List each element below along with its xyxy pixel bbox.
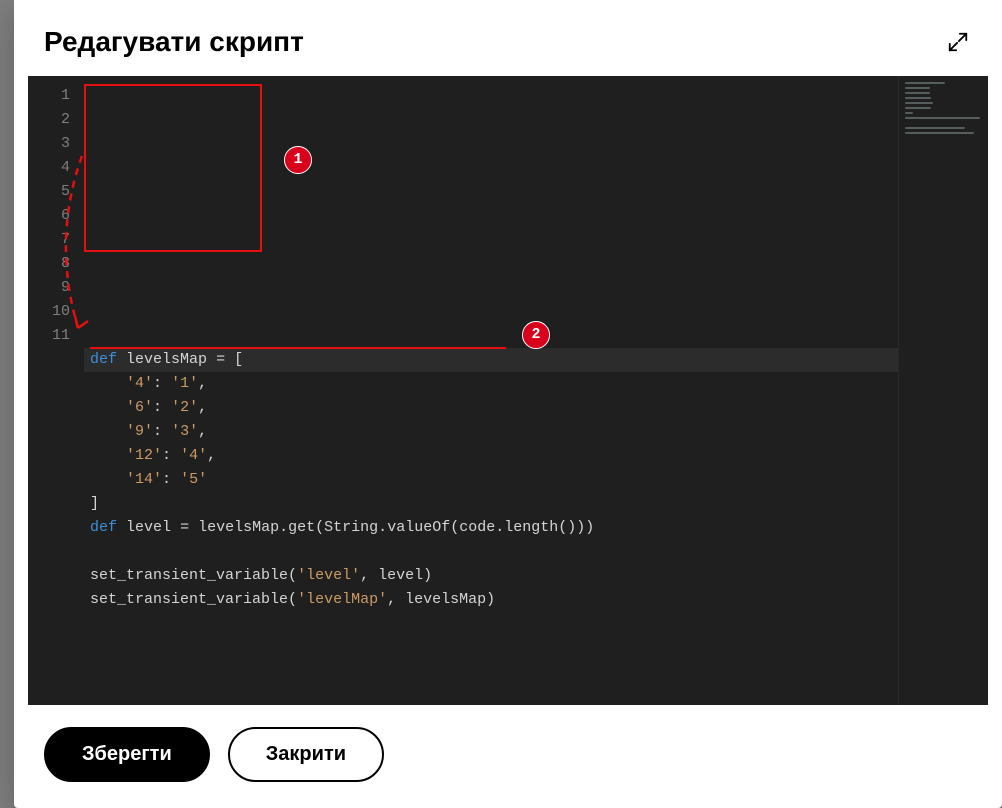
modal-title: Редагувати скрипт: [44, 26, 304, 58]
minimap[interactable]: [898, 76, 988, 705]
line-number: 4: [34, 156, 70, 180]
code-line: set_transient_variable('level', level): [84, 564, 988, 588]
code-line: '14': '5': [84, 468, 988, 492]
line-number: 8: [34, 252, 70, 276]
code-line: [84, 540, 988, 564]
line-number: 2: [34, 108, 70, 132]
annotation-badge-2: 2: [522, 321, 550, 349]
line-gutter: 1234567891011: [28, 76, 84, 705]
annotation-box-1: [84, 84, 262, 252]
modal-footer: Зберегти Закрити: [14, 705, 1002, 808]
code-area[interactable]: 1 2 def levelsMap = [ '4': '1', '6': '2'…: [84, 76, 988, 705]
minimap-content: [905, 82, 982, 132]
annotation-badge-1: 1: [284, 146, 312, 174]
save-button[interactable]: Зберегти: [44, 727, 210, 782]
code-line: '12': '4',: [84, 444, 988, 468]
code-line: def level = levelsMap.get(String.valueOf…: [84, 516, 988, 540]
line-number: 5: [34, 180, 70, 204]
line-number: 1: [34, 84, 70, 108]
line-number: 9: [34, 276, 70, 300]
line-number: 3: [34, 132, 70, 156]
code-line: '6': '2',: [84, 396, 988, 420]
line-number: 6: [34, 204, 70, 228]
code-line: '4': '1',: [84, 372, 988, 396]
code-editor[interactable]: 1234567891011 1 2 def levelsMap = [ '4':…: [28, 76, 988, 705]
code-line: set_transient_variable('levelMap', level…: [84, 588, 988, 612]
code-line: def levelsMap = [: [84, 348, 988, 372]
line-number: 11: [34, 324, 70, 348]
modal-header: Редагувати скрипт: [14, 0, 1002, 76]
code-line: ]: [84, 492, 988, 516]
line-number: 7: [34, 228, 70, 252]
expand-icon: [947, 31, 969, 53]
expand-button[interactable]: [944, 28, 972, 56]
code-line: '9': '3',: [84, 420, 988, 444]
line-number: 10: [34, 300, 70, 324]
edit-script-modal: Редагувати скрипт 1234567891011 1 2 def …: [14, 0, 1002, 808]
close-button[interactable]: Закрити: [228, 727, 384, 782]
